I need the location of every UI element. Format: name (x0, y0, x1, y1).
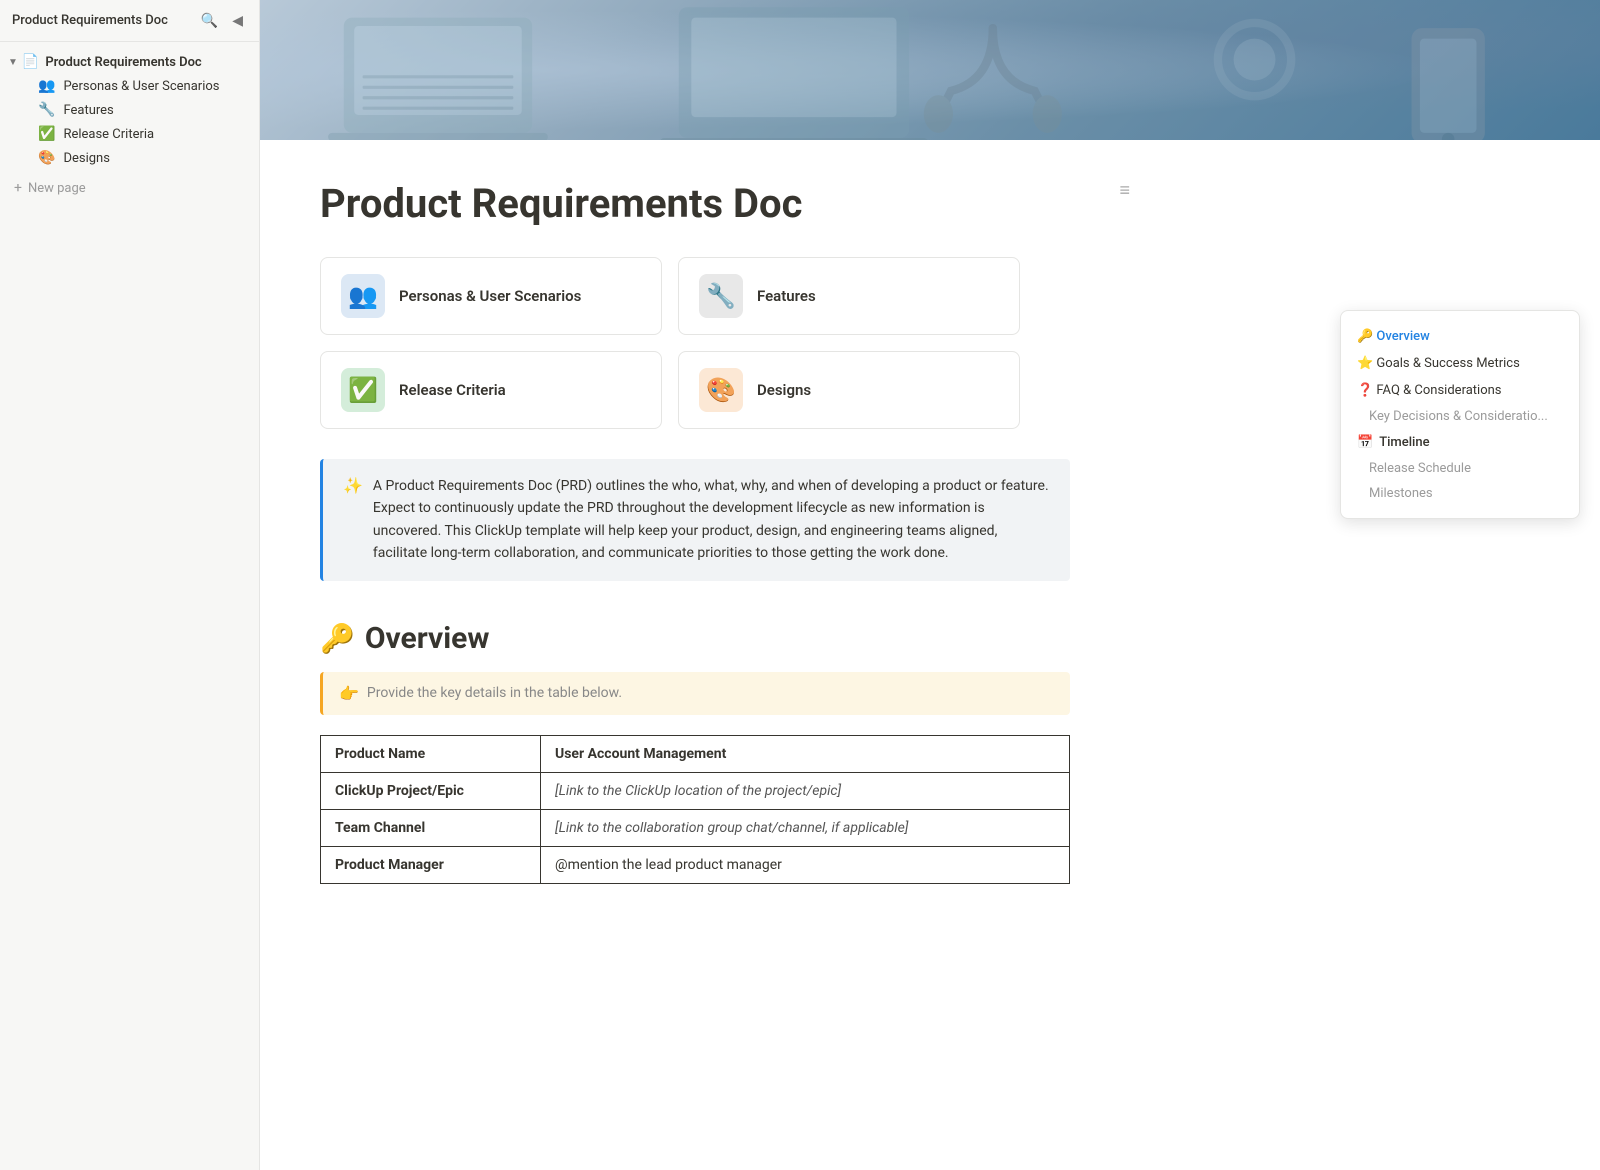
toc-item-faq[interactable]: ❓ FAQ & Considerations (1341, 377, 1579, 404)
card-personas[interactable]: 👥 Personas & User Scenarios (320, 257, 662, 335)
toc-item-release-schedule[interactable]: Release Schedule (1341, 456, 1579, 481)
sidebar-parent-item[interactable]: ▼ 📄 Product Requirements Doc (0, 50, 259, 74)
sidebar-nav: ▼ 📄 Product Requirements Doc 👥 Personas … (0, 42, 259, 210)
key-icon: 🔑 (320, 622, 355, 655)
toc-item-overview[interactable]: 🔑 Overview (1341, 323, 1579, 350)
toc-item-key-decisions[interactable]: Key Decisions & Consideratio... (1341, 404, 1579, 429)
features-card-icon: 🔧 (699, 274, 743, 318)
sidebar: Product Requirements Doc 🔍 ◀ ▼ 📄 Product… (0, 0, 260, 1170)
toc-item-milestones[interactable]: Milestones (1341, 481, 1579, 506)
features-icon: 🔧 (38, 102, 55, 118)
card-personas-label: Personas & User Scenarios (399, 287, 581, 305)
calendar-toc-icon: 📅 (1357, 435, 1373, 450)
details-table: Product Name User Account Management Cli… (320, 735, 1070, 884)
content-area: ≡ Product Requirements Doc 👥 Personas & … (260, 140, 1160, 944)
new-page-button[interactable]: + New page (0, 174, 259, 202)
card-features[interactable]: 🔧 Features (678, 257, 1020, 335)
hero-image (260, 0, 1600, 140)
toc-item-timeline[interactable]: 📅 Timeline (1341, 429, 1579, 456)
sidebar-item-personas[interactable]: 👥 Personas & User Scenarios (0, 74, 259, 98)
overview-section-heading: 🔑 Overview (320, 621, 1100, 656)
card-designs-label: Designs (757, 381, 811, 399)
toc-timeline-label: Timeline (1379, 435, 1429, 450)
outline-button[interactable]: ≡ (1119, 180, 1130, 201)
sparkles-icon: ✨ (343, 476, 363, 495)
toc-panel: 🔑 Overview ⭐ Goals & Success Metrics ❓ F… (1340, 310, 1580, 519)
sidebar-item-features[interactable]: 🔧 Features (0, 98, 259, 122)
overview-heading-text: Overview (365, 621, 490, 656)
sidebar-item-release-criteria[interactable]: ✅ Release Criteria (0, 122, 259, 146)
table-key: Product Name (321, 735, 541, 772)
sidebar-item-label: Features (63, 103, 113, 118)
table-row: Team Channel [Link to the collaboration … (321, 809, 1070, 846)
designs-card-icon: 🎨 (699, 368, 743, 412)
overview-callout-text: Provide the key details in the table bel… (367, 685, 622, 701)
table-value: [Link to the collaboration group chat/ch… (541, 809, 1070, 846)
toc-release-schedule-label: Release Schedule (1369, 461, 1471, 476)
card-designs[interactable]: 🎨 Designs (678, 351, 1020, 429)
card-features-label: Features (757, 287, 816, 305)
personas-icon: 👥 (38, 78, 55, 94)
toc-item-goals[interactable]: ⭐ Goals & Success Metrics (1341, 350, 1579, 377)
sidebar-header: Product Requirements Doc 🔍 ◀ (0, 0, 259, 42)
sidebar-item-label: Release Criteria (63, 127, 154, 142)
cards-grid: 👥 Personas & User Scenarios 🔧 Features ✅… (320, 257, 1020, 429)
designs-icon: 🎨 (38, 150, 55, 166)
collapse-sidebar-button[interactable]: ◀ (228, 10, 247, 31)
table-row: ClickUp Project/Epic [Link to the ClickU… (321, 772, 1070, 809)
table-value: @mention the lead product manager (541, 846, 1070, 883)
toc-milestones-label: Milestones (1369, 486, 1433, 501)
table-key: Team Channel (321, 809, 541, 846)
question-toc-icon: ❓ (1357, 383, 1376, 398)
card-release-criteria-label: Release Criteria (399, 381, 506, 399)
sidebar-header-actions: 🔍 ◀ (197, 10, 247, 31)
chevron-down-icon: ▼ (8, 57, 18, 68)
new-page-label: New page (28, 181, 86, 196)
toc-key-decisions-label: Key Decisions & Consideratio... (1369, 409, 1548, 424)
sidebar-parent-label: Product Requirements Doc (45, 55, 201, 70)
sidebar-item-label: Designs (63, 151, 109, 166)
star-toc-icon: ⭐ (1357, 356, 1376, 371)
toc-faq-label: FAQ & Considerations (1376, 383, 1501, 398)
table-key: Product Manager (321, 846, 541, 883)
toc-goals-label: Goals & Success Metrics (1376, 356, 1519, 371)
table-key: ClickUp Project/Epic (321, 772, 541, 809)
table-row: Product Name User Account Management (321, 735, 1070, 772)
sidebar-title: Product Requirements Doc (12, 13, 168, 28)
key-toc-icon: 🔑 (1357, 329, 1376, 344)
sidebar-item-designs[interactable]: 🎨 Designs (0, 146, 259, 170)
intro-callout: ✨ A Product Requirements Doc (PRD) outli… (320, 459, 1070, 581)
table-value: [Link to the ClickUp location of the pro… (541, 772, 1070, 809)
search-button[interactable]: 🔍 (197, 10, 222, 31)
overview-callout: 👉 Provide the key details in the table b… (320, 672, 1070, 715)
card-release-criteria[interactable]: ✅ Release Criteria (320, 351, 662, 429)
release-criteria-icon: ✅ (38, 126, 55, 142)
toc-overview-label: Overview (1376, 329, 1429, 344)
doc-icon: 📄 (22, 54, 39, 70)
sidebar-item-label: Personas & User Scenarios (63, 79, 219, 94)
table-value: User Account Management (541, 735, 1070, 772)
intro-callout-text: A Product Requirements Doc (PRD) outline… (373, 475, 1050, 565)
page-title: Product Requirements Doc (320, 180, 1100, 227)
release-criteria-card-icon: ✅ (341, 368, 385, 412)
personas-card-icon: 👥 (341, 274, 385, 318)
table-row: Product Manager @mention the lead produc… (321, 846, 1070, 883)
main-content: ≡ Product Requirements Doc 👥 Personas & … (260, 0, 1600, 1170)
plus-icon: + (14, 180, 22, 196)
pointing-icon: 👉 (339, 684, 359, 703)
